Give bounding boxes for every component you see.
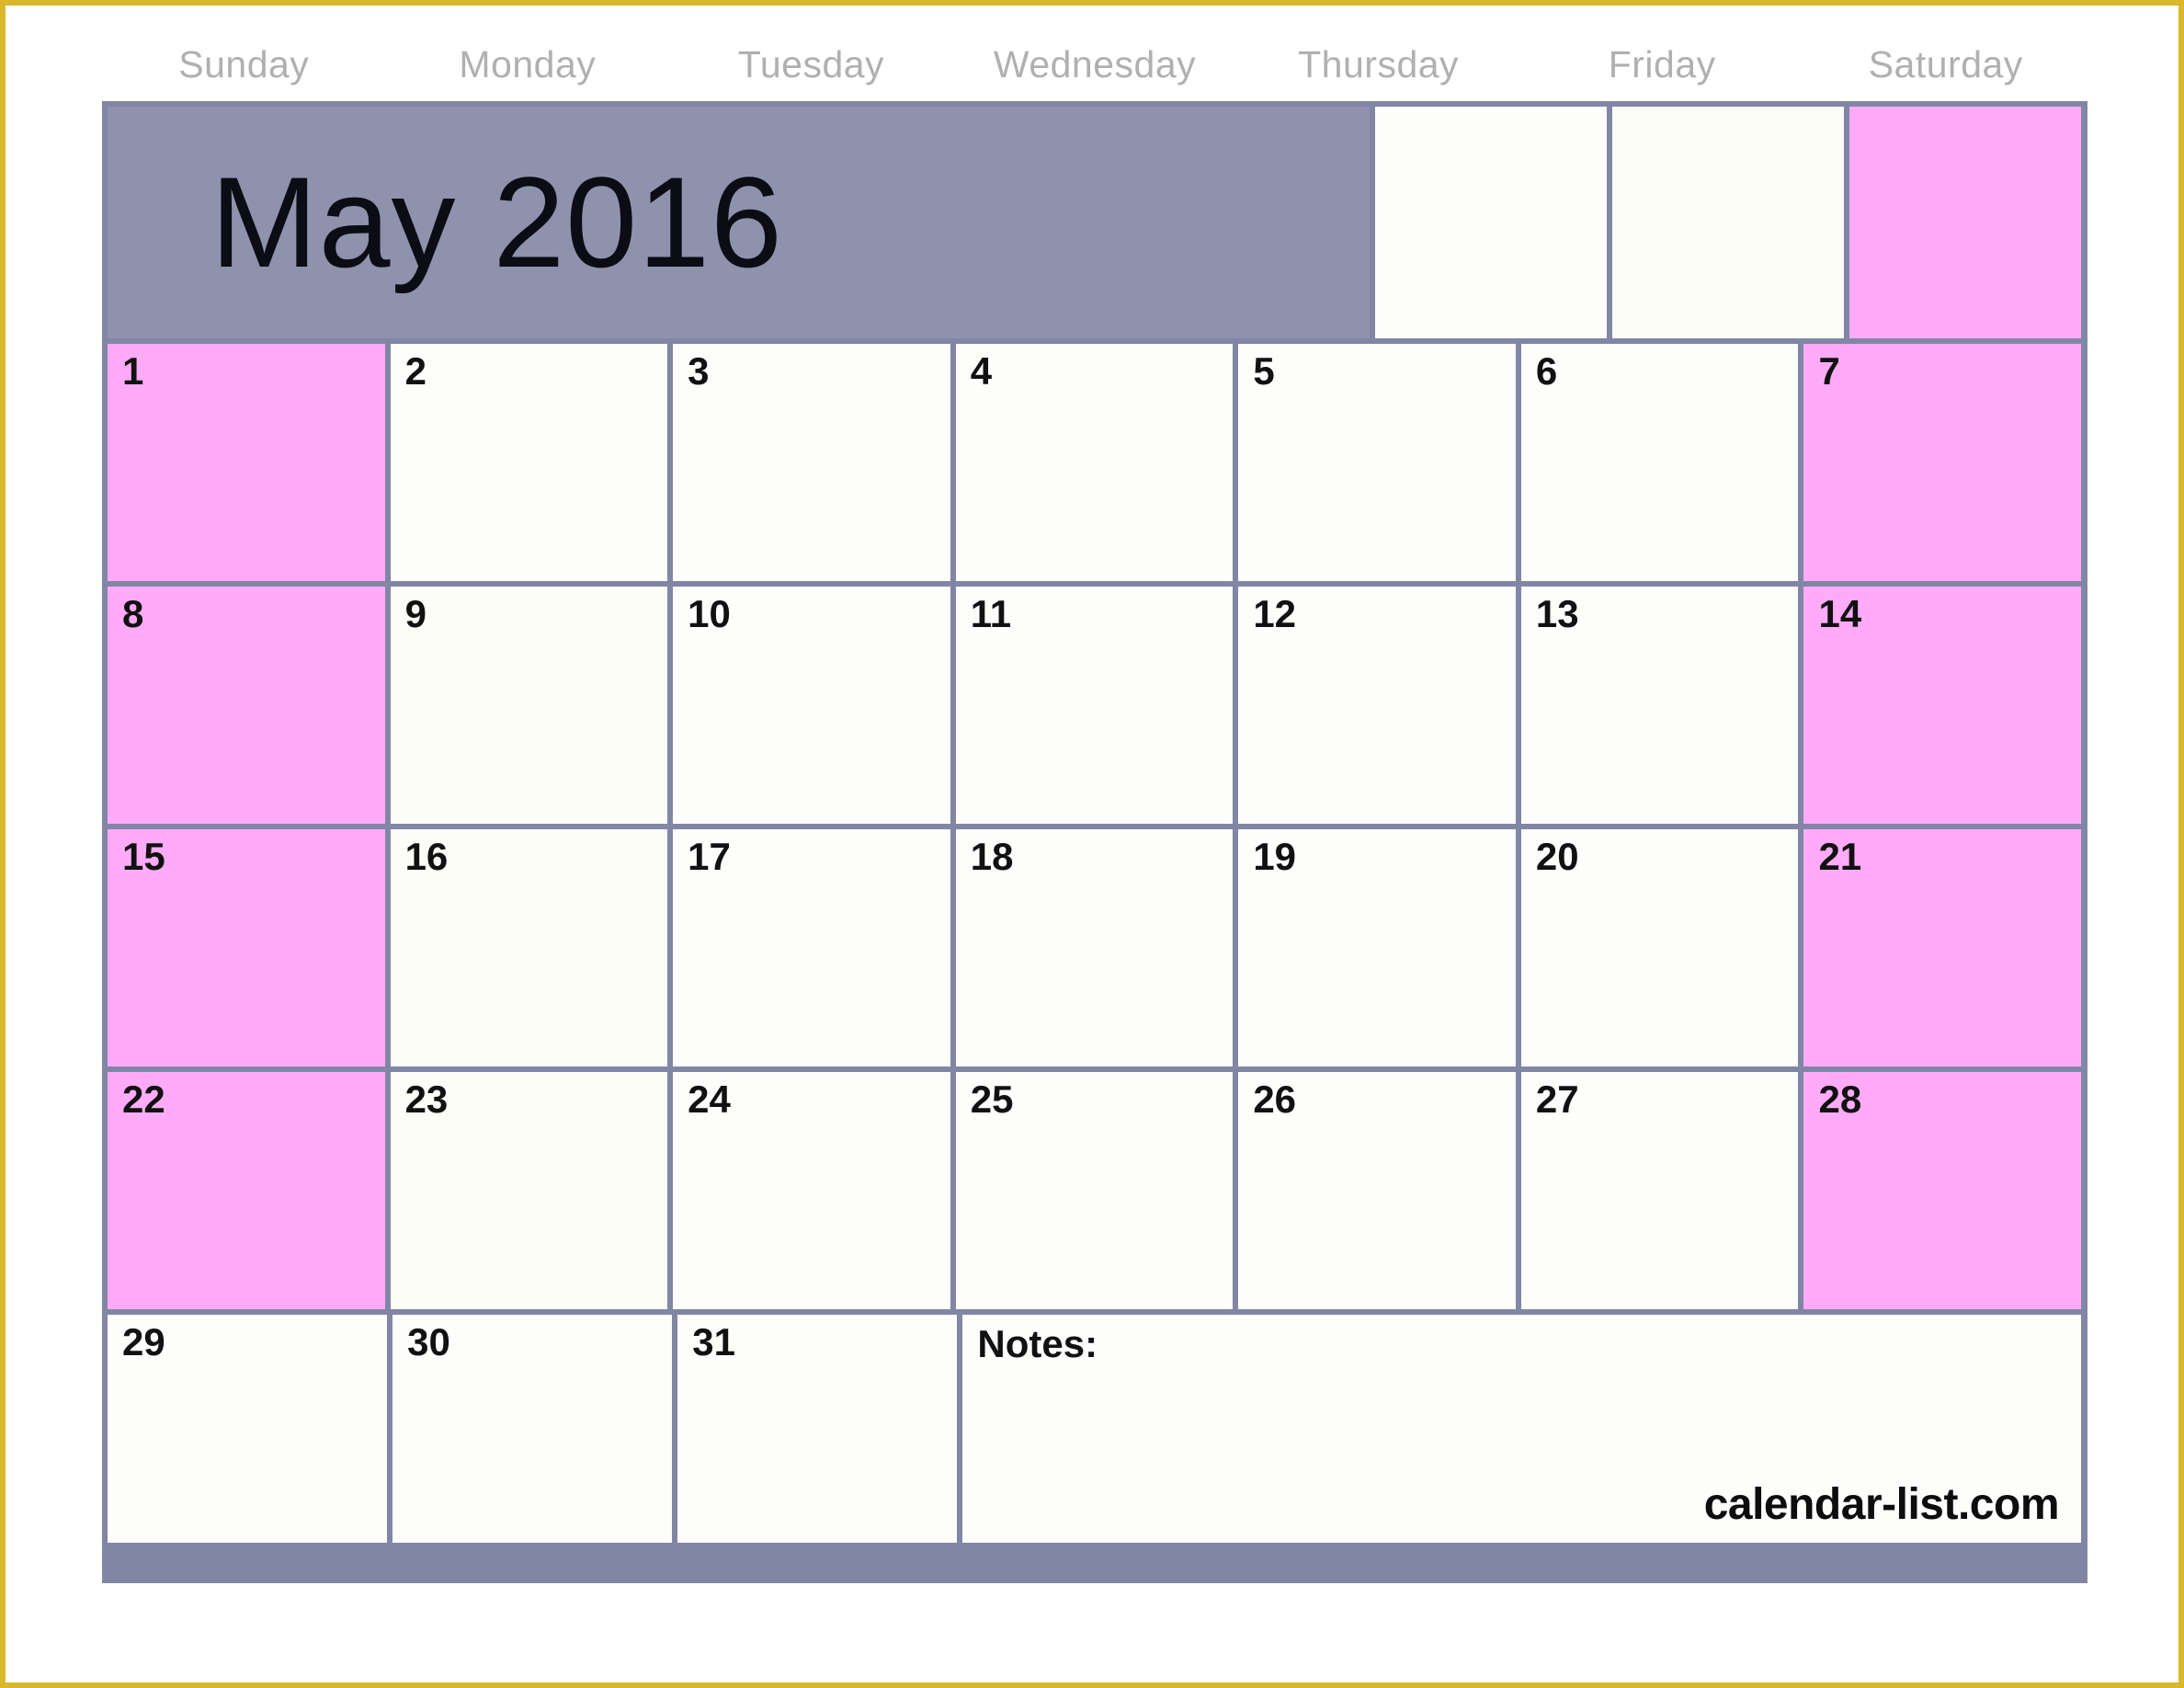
day-number: 26 (1253, 1078, 1297, 1121)
title-row-blank-saturday (1848, 107, 2081, 338)
day-cell-7[interactable]: 7 (1803, 344, 2082, 581)
day-cell-25[interactable]: 25 (955, 1072, 1234, 1309)
weekday-label-friday: Friday (1608, 43, 1716, 86)
weekday-label-wednesday: Wednesday (993, 43, 1197, 86)
title-row-blank-thursday (1374, 107, 1607, 338)
day-number: 31 (692, 1320, 735, 1363)
week-row-5: 29 30 31 Notes: calendar-list.com (108, 1315, 2081, 1543)
day-number: 12 (1253, 592, 1297, 635)
day-cell-5[interactable]: 5 (1238, 344, 1516, 581)
day-cell-21[interactable]: 21 (1803, 829, 2082, 1066)
day-number: 10 (688, 592, 731, 635)
day-cell-17[interactable]: 17 (673, 829, 950, 1066)
day-cell-13[interactable]: 13 (1520, 587, 1799, 824)
day-cell-20[interactable]: 20 (1520, 829, 1799, 1066)
day-number: 2 (404, 349, 427, 393)
day-number: 6 (1535, 349, 1558, 393)
day-cell-19[interactable]: 19 (1238, 829, 1516, 1066)
site-credit-label: calendar-list.com (1703, 1480, 2060, 1529)
day-number: 20 (1535, 835, 1579, 878)
day-number: 19 (1253, 835, 1297, 878)
title-row-blank-friday (1611, 107, 1844, 338)
day-cell-8[interactable]: 8 (108, 587, 385, 824)
day-cell-2[interactable]: 2 (390, 344, 668, 581)
day-cell-30[interactable]: 30 (392, 1315, 673, 1543)
day-cell-27[interactable]: 27 (1520, 1072, 1799, 1309)
week-row-2: 8 9 10 11 12 13 14 (108, 587, 2082, 824)
day-number: 9 (404, 592, 427, 635)
day-cell-16[interactable]: 16 (390, 829, 668, 1066)
day-number: 30 (407, 1320, 450, 1363)
day-cell-6[interactable]: 6 (1520, 344, 1799, 581)
day-cell-23[interactable]: 23 (390, 1072, 668, 1309)
day-number: 23 (404, 1078, 449, 1121)
day-number: 29 (122, 1320, 165, 1363)
day-cell-1[interactable]: 1 (108, 344, 385, 581)
day-number: 27 (1535, 1078, 1579, 1121)
day-number: 11 (970, 592, 1012, 635)
day-number: 5 (1253, 349, 1275, 393)
day-cell-15[interactable]: 15 (108, 829, 385, 1066)
day-number: 18 (970, 835, 1014, 878)
weekday-label-monday: Monday (459, 43, 597, 86)
day-cell-22[interactable]: 22 (108, 1072, 385, 1309)
month-title-banner: May 2016 (108, 107, 1370, 338)
day-number: 17 (688, 835, 731, 878)
calendar-title-row: May 2016 (108, 107, 2081, 338)
page-title: May 2016 (210, 150, 783, 294)
day-cell-31[interactable]: 31 (677, 1315, 958, 1543)
day-number: 3 (688, 349, 710, 393)
day-cell-26[interactable]: 26 (1238, 1072, 1516, 1309)
week-row-4: 22 23 24 25 26 27 28 (108, 1072, 2082, 1309)
day-number: 13 (1535, 592, 1579, 635)
day-number: 24 (688, 1078, 731, 1121)
day-cell-24[interactable]: 24 (673, 1072, 950, 1309)
day-cell-29[interactable]: 29 (108, 1315, 388, 1543)
day-cell-28[interactable]: 28 (1803, 1072, 2082, 1309)
weekday-label-tuesday: Tuesday (737, 43, 885, 86)
day-number: 15 (122, 835, 165, 878)
notes-label: Notes: (977, 1322, 1098, 1365)
day-number: 14 (1818, 592, 1862, 635)
day-number: 28 (1818, 1078, 1862, 1121)
weekday-label-sunday: Sunday (178, 43, 310, 86)
day-cell-12[interactable]: 12 (1238, 587, 1516, 824)
day-number: 25 (970, 1078, 1014, 1121)
week-row-1: 1 2 3 4 5 6 7 (108, 344, 2082, 581)
day-cell-18[interactable]: 18 (955, 829, 1234, 1066)
day-cell-10[interactable]: 10 (673, 587, 950, 824)
weekday-label-saturday: Saturday (1868, 43, 2023, 86)
day-number: 1 (122, 349, 144, 393)
day-number: 7 (1818, 349, 1840, 393)
day-number: 4 (970, 349, 993, 393)
notes-panel[interactable]: Notes: calendar-list.com (962, 1315, 2081, 1543)
day-cell-9[interactable]: 9 (390, 587, 668, 824)
day-number: 22 (122, 1078, 165, 1121)
day-cell-14[interactable]: 14 (1803, 587, 2082, 824)
day-cell-3[interactable]: 3 (673, 344, 950, 581)
weekday-header-row: Sunday Monday Tuesday Wednesday Thursday… (102, 31, 2087, 97)
day-cell-11[interactable]: 11 (955, 587, 1234, 824)
calendar-grid: May 2016 1 2 3 4 5 6 7 8 9 10 11 12 13 1… (102, 101, 2087, 1583)
week-row-3: 15 16 17 18 19 20 21 (108, 829, 2082, 1066)
weekday-label-thursday: Thursday (1298, 43, 1460, 86)
day-number: 8 (122, 592, 144, 635)
day-number: 16 (404, 835, 449, 878)
day-cell-4[interactable]: 4 (955, 344, 1234, 581)
day-number: 21 (1818, 835, 1862, 878)
